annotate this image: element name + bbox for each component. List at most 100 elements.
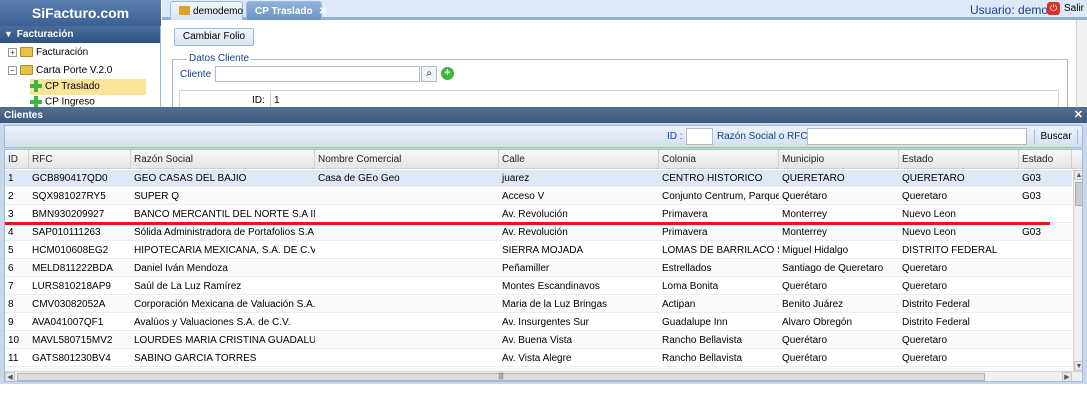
close-icon[interactable]: ✕ — [1074, 108, 1083, 123]
scroll-right-icon[interactable]: ▶ — [1062, 372, 1072, 381]
table-cell: Avalúos y Valuaciones S.A. de C.V. — [134, 317, 291, 328]
table-row[interactable]: 7 LURS810218AP9 Saúl de La Luz Ramírez Mont… — [5, 278, 1072, 295]
form-area: Cambiar Folio Datos Cliente Cliente : ⌕ … — [166, 22, 1076, 119]
table-cell: MAVL580715MV2 — [32, 335, 113, 346]
column-header[interactable]: Razón Social — [131, 150, 315, 169]
table-cell: Acceso V — [502, 191, 545, 202]
table-cell: Daniel Iván Mendoza — [134, 263, 228, 274]
table-cell: QUERETARO — [782, 173, 845, 184]
table-row[interactable]: 8 CMV03082052A Corporación Mexicana de Val… — [5, 296, 1072, 313]
power-icon[interactable]: ⏻ — [1047, 2, 1060, 15]
add-icon[interactable]: + — [441, 67, 454, 80]
tab-demodemo[interactable]: demodemo — [170, 1, 243, 20]
table-row[interactable]: 4 SAP010111263 Sólida Administradora de Po… — [5, 224, 1072, 241]
expand-icon[interactable]: + — [8, 47, 17, 57]
table-cell: Querétaro — [782, 191, 828, 202]
table-cell: SAP010111263 — [32, 227, 101, 238]
tab-label: CP Traslado — [255, 6, 313, 17]
table-cell: CENTRO HISTORICO — [662, 173, 763, 184]
scroll-thumb[interactable] — [1075, 182, 1082, 206]
table-cell: BMN930209927 — [32, 209, 105, 220]
logout-link[interactable]: Salir — [1064, 3, 1084, 14]
client-input[interactable] — [215, 66, 420, 82]
table-cell: Av. Buena Vista — [502, 335, 573, 346]
table-row[interactable]: 9 AVA041007QF1 Avalúos y Valuaciones S.A. … — [5, 314, 1072, 331]
table-cell: CMV03082052A — [32, 299, 106, 310]
table-cell: Queretaro — [902, 191, 948, 202]
column-header[interactable]: RFC — [29, 150, 131, 169]
scroll-up-icon[interactable]: ▲ — [1074, 170, 1082, 180]
table-cell — [315, 296, 499, 313]
column-header[interactable]: Calle — [499, 150, 659, 169]
tree-item-label: Facturación — [36, 47, 89, 58]
table-cell — [1019, 260, 1072, 277]
table-row[interactable]: 3 BMN930209927 BANCO MERCANTIL DEL NORTE S… — [5, 206, 1072, 223]
table-cell — [315, 206, 499, 223]
window-header[interactable]: Clientes ✕ — [0, 108, 1087, 123]
table-cell: Distrito Federal — [902, 299, 970, 310]
table-cell — [315, 188, 499, 205]
id-filter-label: ID : — [667, 131, 683, 142]
user-label: Usuario: demo — [970, 3, 1049, 17]
table-cell: Montes Escandinavos — [502, 281, 600, 292]
window-title: Clientes — [4, 110, 43, 121]
table-row[interactable]: 5 HCM010608EG2 HIPOTECARIA MEXICANA, S.A. … — [5, 242, 1072, 259]
close-icon[interactable]: ✕ — [319, 6, 327, 17]
table-row[interactable]: 2 SQX981027RY5 SUPER Q Acceso V Conjunto Cen… — [5, 188, 1072, 205]
column-header[interactable]: Nombre Comercial — [315, 150, 499, 169]
search-icon[interactable]: ⌕ — [421, 66, 437, 82]
column-header[interactable]: Municipio — [779, 150, 899, 169]
table-cell — [315, 332, 499, 349]
scroll-down-icon[interactable]: ▼ — [1074, 361, 1082, 371]
column-header[interactable]: Colonia — [659, 150, 779, 169]
table-cell: LURS810218AP9 — [32, 281, 111, 292]
table-cell: 4 — [8, 227, 14, 238]
tab-cp-traslado[interactable]: CP Traslado ✕ — [246, 1, 327, 20]
scroll-left-icon[interactable]: ◀ — [5, 372, 15, 381]
table-cell — [315, 278, 499, 295]
id-label: ID: — [252, 95, 265, 106]
vertical-scrollbar[interactable]: ▲ ▼ — [1073, 170, 1082, 371]
table-cell: 5 — [8, 245, 14, 256]
table-cell: DISTRITO FEDERAL — [902, 245, 998, 256]
table-row[interactable]: 10 MAVL580715MV2 LOURDES MARIA CRISTINA GU… — [5, 332, 1072, 349]
tree-item-label: Carta Porte V.2.0 — [36, 65, 113, 76]
table-cell: 7 — [8, 281, 14, 292]
table-cell: Santiago de Queretaro — [782, 263, 884, 274]
table-cell: Actipan — [662, 299, 696, 310]
column-header[interactable]: Estado — [1019, 150, 1072, 169]
tree-item-carta-porte[interactable]: − Carta Porte V.2.0 — [8, 63, 112, 79]
sidebar-header[interactable]: ▼ Facturación — [0, 26, 160, 43]
tree-item-facturacion[interactable]: + Facturación — [8, 45, 88, 61]
search-toolbar: ID : Razón Social o RFC : Buscar — [4, 125, 1083, 148]
table-cell: LOURDES MARIA CRISTINA GUADALUP... — [134, 335, 315, 346]
table-cell — [1019, 206, 1072, 223]
id-filter-input[interactable] — [686, 128, 713, 145]
table-cell: Corporación Mexicana de Valuación S.A. d… — [134, 299, 315, 310]
table-cell: Monterrey — [782, 209, 828, 220]
table-cell: Primavera — [662, 209, 708, 220]
change-folio-button[interactable]: Cambiar Folio — [174, 28, 254, 46]
column-header[interactable]: Estado — [899, 150, 1019, 169]
client-label: Cliente : — [180, 69, 217, 80]
bottom-strip — [0, 384, 1087, 405]
column-header[interactable]: ID — [5, 150, 29, 169]
page-scrollbar[interactable] — [1076, 20, 1087, 107]
table-row[interactable]: 11 GATS801230BV4 SABINO GARCIA TORRES Av. V… — [5, 350, 1072, 367]
table-cell: GCB890417QD0 — [32, 173, 108, 184]
scroll-thumb[interactable]: ||| — [17, 373, 985, 381]
table-cell: GATS801230BV4 — [32, 353, 111, 364]
rfc-filter-input[interactable] — [807, 128, 1027, 145]
table-cell: 1 — [8, 173, 14, 184]
horizontal-scrollbar[interactable]: ◀ ||| ▶ — [5, 371, 1082, 381]
table-cell: Av. Vista Alegre — [502, 353, 572, 364]
table-cell: Primavera — [662, 227, 708, 238]
table-cell: Queretaro — [902, 263, 948, 274]
table-cell — [1019, 314, 1072, 331]
collapse-icon[interactable]: − — [8, 65, 17, 75]
tree-item-cp-traslado[interactable]: CP Traslado — [30, 79, 146, 95]
table-row[interactable]: 1 GCB890417QD0 GEO CASAS DEL BAJIO Casa de … — [5, 170, 1072, 187]
table-cell: Casa de GEo Geo — [318, 173, 400, 184]
search-button[interactable]: Buscar — [1038, 128, 1074, 145]
table-row[interactable]: 6 MELD811222BDA Daniel Iván Mendoza Peñamil… — [5, 260, 1072, 277]
